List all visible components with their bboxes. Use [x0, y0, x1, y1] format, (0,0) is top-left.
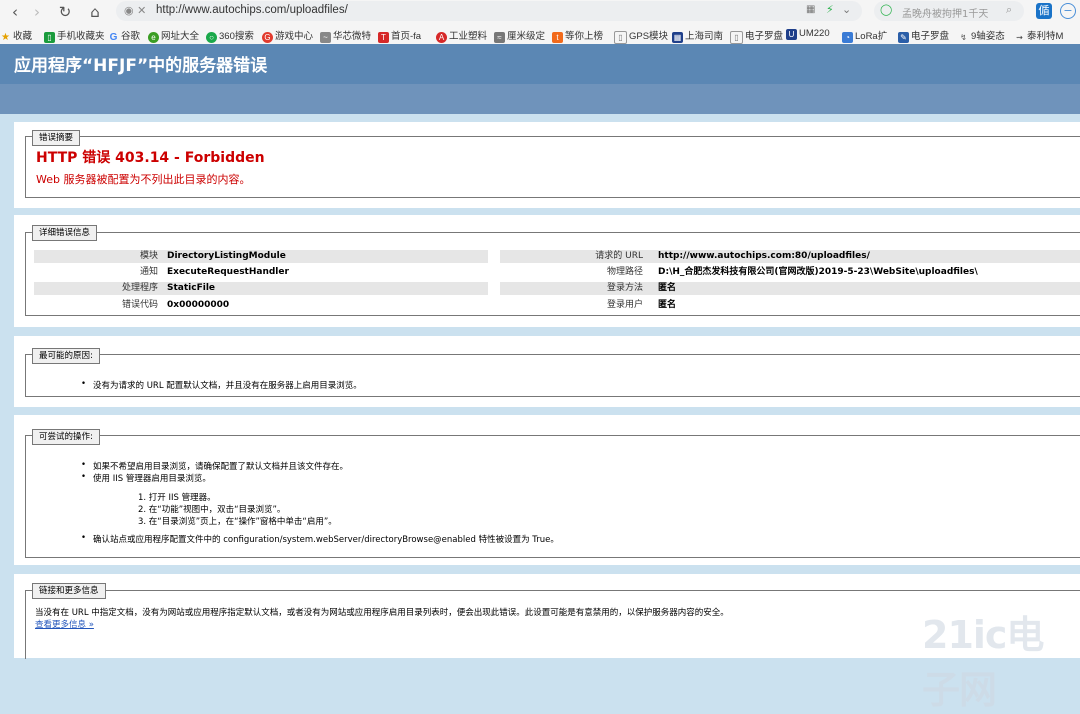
detail-value: D:\H_合肥杰发科技有限公司(官网改版)2019-5-23\WebSite\u…: [658, 267, 978, 277]
address-url: http://www.autochips.com/uploadfiles/: [156, 4, 348, 16]
detail-value: ExecuteRequestHandler: [167, 267, 289, 277]
details-legend: 详细错误信息: [32, 225, 98, 241]
action-step: 2. 在“功能”视图中，双击“目录浏览”。: [138, 505, 286, 515]
cause-item: 没有为请求的 URL 配置默认文档，并且没有在服务器上启用目录浏览。: [81, 379, 362, 391]
bookmark-item[interactable]: ◔ LoRa扩: [842, 28, 887, 43]
actions-legend: 可尝试的操作:: [32, 429, 100, 445]
bookmark-item[interactable]: e 网址大全: [148, 28, 199, 43]
browser-chrome: ‹ › ↻ ⌂ ◉ ✕ http://www.autochips.com/upl…: [0, 0, 1080, 44]
action-item: 如果不希望启用目录浏览，请确保配置了默认文档并且该文件存在。: [81, 460, 348, 472]
detail-label: 登录方法: [606, 283, 643, 293]
bookmark-item[interactable]: ▦ 上海司南: [672, 28, 723, 43]
summary-legend: 错误摘要: [32, 130, 81, 146]
chevron-down-icon[interactable]: ⌄: [842, 3, 851, 16]
header-band: [0, 84, 1080, 114]
detail-label: 请求的 URL: [595, 251, 643, 261]
back-icon[interactable]: ‹: [4, 2, 26, 22]
search-engine-icon: ◯: [880, 3, 893, 16]
bookmark-item[interactable]: ▯ 电子罗盘: [730, 28, 783, 44]
links-legend: 链接和更多信息: [32, 583, 106, 599]
lightning-icon[interactable]: ⚡: [826, 3, 834, 16]
links-text: 当没有在 URL 中指定文档，没有为网站或应用程序指定默认文档，或者没有为网站或…: [35, 608, 729, 618]
detail-label: 处理程序: [121, 283, 158, 293]
links-panel: 链接和更多信息 当没有在 URL 中指定文档，没有为网站或应用程序指定默认文档，…: [14, 574, 1080, 659]
page-header: 应用程序“HFJF”中的服务器错误: [0, 44, 1080, 84]
detail-label: 物理路径: [606, 267, 643, 277]
detail-row: 错误代码 0x00000000: [34, 299, 488, 312]
detail-label: 登录用户: [606, 300, 643, 310]
bookmarks-bar: ★ 收藏 ▯ 手机收藏夹 G 谷歌 e 网址大全 ○ 360搜索 G 游戏中心 ~ 华芯微特 …: [0, 24, 1080, 44]
error-title: HTTP 错误 403.14 - Forbidden: [36, 150, 265, 166]
actions-panel: 可尝试的操作: 如果不希望启用目录浏览，请确保配置了默认文档并且该文件存在。 使…: [14, 415, 1080, 565]
forward-icon[interactable]: ›: [26, 2, 48, 22]
bookmark-item[interactable]: ~ 华芯微特: [320, 28, 371, 43]
detail-label: 模块: [139, 251, 158, 261]
causes-panel: 最可能的原因: 没有为请求的 URL 配置默认文档，并且没有在服务器上启用目录浏…: [14, 336, 1080, 407]
more-info-link[interactable]: 查看更多信息 »: [35, 618, 94, 630]
error-summary-panel: 错误摘要 HTTP 错误 403.14 - Forbidden Web 服务器被…: [14, 122, 1080, 208]
bookmark-item[interactable]: U UM220: [786, 28, 830, 40]
detail-row: 通知 ExecuteRequestHandler: [34, 266, 488, 279]
detail-value: http://www.autochips.com:80/uploadfiles/: [658, 251, 870, 261]
menu-icon[interactable]: −: [1060, 3, 1076, 19]
page-title: 应用程序“HFJF”中的服务器错误: [14, 56, 268, 76]
search-icon[interactable]: ⌕: [1006, 3, 1012, 17]
detail-value: DirectoryListingModule: [167, 251, 286, 261]
search-input[interactable]: 孟晚舟被拘押1千天: [902, 5, 988, 20]
detail-value: 匿名: [658, 283, 677, 293]
address-bar[interactable]: ◉ ✕ http://www.autochips.com/uploadfiles…: [116, 1, 862, 21]
detail-label: 通知: [139, 267, 158, 277]
bookmark-item[interactable]: ▯ 手机收藏夹: [44, 28, 105, 43]
error-message: Web 服务器被配置为不列出此目录的内容。: [36, 173, 251, 186]
grid-icon[interactable]: ▦: [806, 4, 815, 15]
detail-row: 登录方法 匿名: [500, 282, 1080, 295]
detail-value: 匿名: [658, 300, 677, 310]
bookmark-item[interactable]: ▯ GPS模块: [614, 28, 668, 44]
bookmark-item[interactable]: ↯ 9轴姿态: [958, 28, 1005, 43]
bookmark-item[interactable]: ★ 收藏: [0, 28, 32, 43]
fieldset: [25, 136, 1080, 198]
detail-row: 模块 DirectoryListingModule: [34, 250, 488, 263]
detail-row: 物理路径 D:\H_合肥杰发科技有限公司(官网改版)2019-5-23\WebS…: [500, 266, 1080, 279]
detail-row: 请求的 URL http://www.autochips.com:80/uplo…: [500, 250, 1080, 263]
bookmark-item[interactable]: G 谷歌: [108, 28, 140, 43]
bookmark-item[interactable]: T 首页-fa: [378, 28, 421, 43]
bookmark-item[interactable]: ○ 360搜索: [206, 28, 254, 43]
extension-icon[interactable]: 偱: [1036, 3, 1052, 19]
detail-value: 0x00000000: [167, 300, 230, 310]
watermark-logo: 21ic电子网: [922, 613, 1044, 712]
detail-row: 登录用户 匿名: [500, 299, 1080, 312]
action-step: 3. 在“目录浏览”页上，在“操作”窗格中单击“启用”。: [138, 517, 337, 527]
bookmark-item[interactable]: ✎ 电子罗盘: [898, 28, 949, 43]
detail-label: 错误代码: [121, 300, 158, 310]
action-item: 使用 IIS 管理器启用目录浏览。: [81, 472, 211, 484]
refresh-icon[interactable]: ↻: [54, 2, 76, 22]
action-item: 确认站点或应用程序配置文件中的 configuration/system.web…: [81, 533, 559, 545]
bookmark-item[interactable]: ≈ 厘米级定: [494, 28, 545, 43]
bookmark-item[interactable]: A 工业塑料: [436, 28, 487, 43]
bookmark-item[interactable]: ⇝ 泰利特M: [1014, 28, 1063, 43]
bookmark-item[interactable]: G 游戏中心: [262, 28, 313, 43]
causes-legend: 最可能的原因:: [32, 348, 100, 364]
security-icon[interactable]: ◉ ✕: [124, 4, 146, 17]
detail-row: 处理程序 StaticFile: [34, 282, 488, 295]
home-icon[interactable]: ⌂: [84, 2, 106, 22]
bookmark-item[interactable]: t 等你上榜: [552, 28, 603, 43]
search-box[interactable]: ◯ 孟晚舟被拘押1千天 ⌕: [874, 1, 1024, 21]
detail-value: StaticFile: [167, 283, 216, 293]
action-step: 1. 打开 IIS 管理器。: [138, 493, 216, 503]
error-details-panel: 详细错误信息 模块 DirectoryListingModule 通知 Exec…: [14, 215, 1080, 327]
